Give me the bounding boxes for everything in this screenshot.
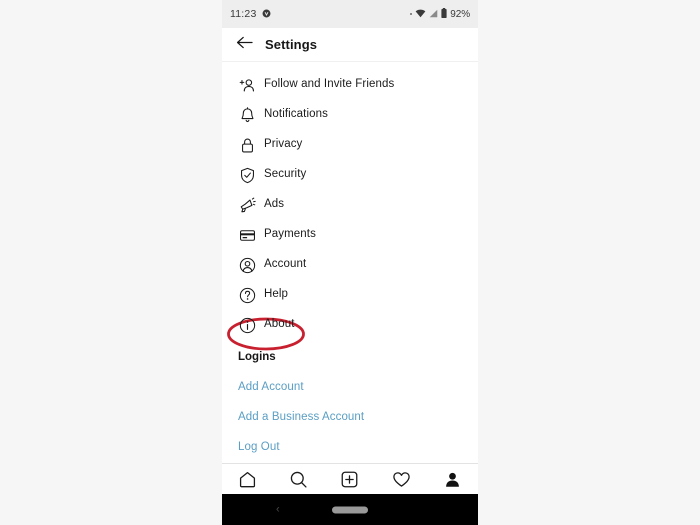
settings-item-label: Ads: [264, 198, 285, 211]
status-bar-left: 11:23: [230, 5, 271, 23]
settings-item-label: Payments: [264, 228, 316, 241]
dot-icon: [410, 13, 413, 15]
settings-item-account[interactable]: Account: [222, 250, 478, 280]
bell-icon: [238, 106, 256, 124]
wifi-icon: [415, 5, 426, 23]
cellular-signal-icon: [429, 5, 438, 23]
info-circle-icon: [238, 316, 256, 334]
status-bar: 11:23 92%: [222, 0, 478, 28]
shield-check-icon: [238, 166, 256, 184]
settings-item-notifications[interactable]: Notifications: [222, 100, 478, 130]
settings-item-privacy[interactable]: Privacy: [222, 130, 478, 160]
alarm-circle-icon: [262, 5, 271, 23]
home-icon[interactable]: [236, 467, 260, 491]
status-bar-right: 92%: [410, 5, 470, 23]
settings-item-label: Help: [264, 288, 289, 301]
add-account-link[interactable]: Add Account: [222, 372, 478, 402]
settings-item-help[interactable]: Help: [222, 280, 478, 310]
battery-icon: [441, 5, 447, 23]
settings-item-security[interactable]: Security: [222, 160, 478, 351]
settings-item-label: Security: [264, 168, 307, 181]
lock-icon: [238, 136, 256, 154]
settings-item-follow-and-invite-friends[interactable]: Follow and Invite Friends: [222, 70, 478, 100]
person-circle-icon: [238, 256, 256, 274]
settings-item-payments[interactable]: Payments: [222, 220, 478, 250]
settings-list: Follow and Invite Friends Notifications …: [222, 62, 478, 462]
settings-item-label: Account: [264, 258, 307, 271]
profile-icon[interactable]: [440, 467, 464, 491]
heart-icon[interactable]: [389, 467, 413, 491]
question-circle-icon: [238, 286, 256, 304]
add-person-icon: [238, 76, 256, 94]
credit-card-icon: [238, 226, 256, 244]
back-arrow-icon[interactable]: [236, 35, 253, 55]
settings-item-about[interactable]: About: [222, 310, 478, 340]
log-out-link[interactable]: Log Out: [222, 432, 478, 462]
settings-item-label: Follow and Invite Friends: [264, 78, 395, 91]
settings-item-ads[interactable]: Ads: [222, 190, 478, 220]
battery-percent-label: 92%: [450, 8, 470, 20]
settings-item-label: Notifications: [264, 108, 328, 121]
system-back-button[interactable]: ‹: [276, 504, 280, 515]
phone-screen: 11:23 92% Settings Follow and Invite Fri…: [222, 0, 478, 525]
settings-item-label: About: [264, 318, 295, 331]
megaphone-icon: [238, 196, 256, 214]
android-system-nav-bar: ‹: [222, 494, 478, 525]
add-business-account-link[interactable]: Add a Business Account: [222, 402, 478, 432]
page-title: Settings: [265, 37, 318, 52]
search-icon[interactable]: [287, 467, 311, 491]
bottom-navigation-bar: [222, 463, 478, 494]
settings-item-label: Privacy: [264, 138, 303, 151]
status-bar-clock: 11:23: [230, 8, 257, 20]
add-post-icon[interactable]: [338, 467, 362, 491]
logins-section-title: Logins: [238, 351, 276, 363]
home-pill-handle[interactable]: [332, 506, 368, 513]
app-header: Settings: [222, 28, 478, 62]
